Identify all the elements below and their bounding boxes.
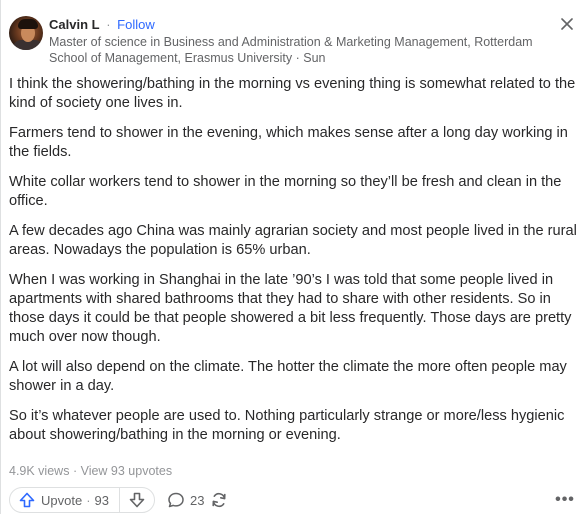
close-button[interactable]: [557, 14, 577, 34]
answer-card: Calvin L · Follow Master of science in B…: [0, 0, 582, 514]
author-name-row: Calvin L · Follow: [49, 16, 155, 34]
author-avatar[interactable]: [9, 16, 43, 50]
author-name[interactable]: Calvin L: [49, 17, 100, 32]
share-icon: [212, 492, 226, 508]
close-icon: [561, 18, 573, 30]
answer-body: I think the showering/bathing in the mor…: [9, 75, 581, 456]
answer-stats: 4.9K views · View 93 upvotes: [9, 463, 172, 479]
answer-paragraph: A lot will also depend on the climate. T…: [9, 359, 567, 394]
comment-count: 23: [190, 492, 205, 508]
upvote-count: 93: [94, 492, 110, 508]
follow-button[interactable]: Follow: [117, 17, 155, 32]
more-options-button[interactable]: •••: [553, 487, 577, 513]
answer-paragraph: I think the showering/bathing in the mor…: [9, 76, 576, 111]
stats-separator: ·: [72, 464, 78, 478]
vote-pill: Upvote · 93: [9, 487, 156, 513]
name-separator: ·: [106, 17, 111, 32]
answer-header: Calvin L · Follow Master of science in B…: [9, 14, 569, 66]
answer-paragraph: A few decades ago China was mainly agrar…: [9, 223, 577, 258]
share-button[interactable]: [209, 487, 229, 513]
answer-paragraph: Farmers tend to shower in the evening, w…: [9, 125, 568, 160]
upvote-arrow-icon: [19, 492, 35, 508]
downvote-button[interactable]: [120, 488, 154, 512]
comment-bubble-icon: [168, 492, 184, 508]
downvote-arrow-icon: [129, 492, 145, 508]
action-bar: Upvote · 93 23 •••: [9, 487, 579, 513]
author-credential[interactable]: Master of science in Business and Admini…: [49, 34, 569, 66]
answer-paragraph: When I was working in Shanghai in the la…: [9, 272, 572, 345]
views-count: 4.9K views: [9, 464, 70, 478]
view-upvotes-link[interactable]: View 93 upvotes: [81, 464, 173, 478]
more-options-icon: •••: [555, 491, 575, 508]
upvote-label: Upvote: [41, 492, 83, 508]
avatar-hair: [18, 19, 38, 29]
answer-paragraph: So it’s whatever people are used to. Not…: [9, 408, 565, 443]
upvote-separator: ·: [86, 492, 91, 508]
comment-button[interactable]: 23: [167, 487, 204, 513]
answer-paragraph: White collar workers tend to shower in t…: [9, 174, 562, 209]
upvote-button[interactable]: Upvote · 93: [10, 488, 121, 512]
